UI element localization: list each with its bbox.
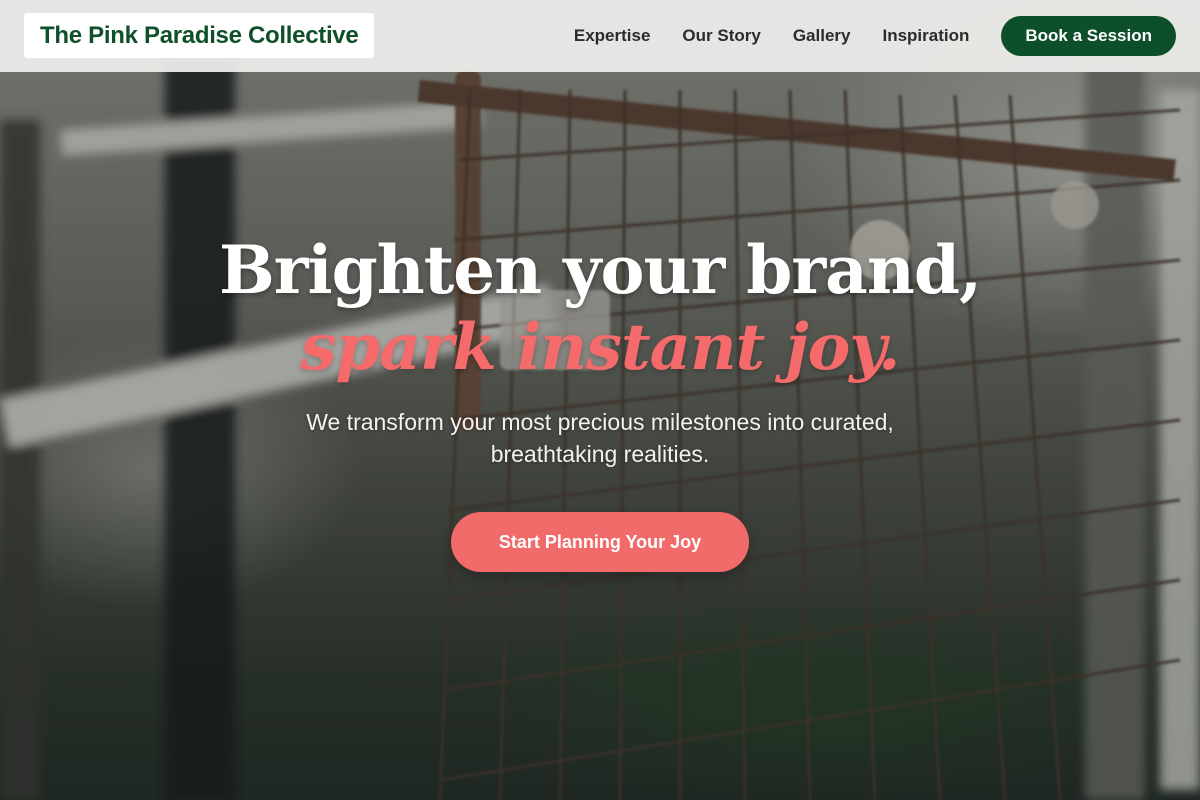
main-navigation: Expertise Our Story Gallery Inspiration … — [574, 16, 1176, 56]
headline-line-2: spark instant joy. — [300, 310, 901, 385]
nav-link-expertise[interactable]: Expertise — [574, 26, 651, 46]
start-planning-button[interactable]: Start Planning Your Joy — [451, 512, 749, 572]
nav-link-our-story[interactable]: Our Story — [682, 26, 760, 46]
hero-section: Brighten your brand, spark instant joy. … — [0, 230, 1200, 572]
hero-subtitle: We transform your most precious mileston… — [306, 409, 894, 467]
book-session-button[interactable]: Book a Session — [1001, 16, 1176, 56]
nav-link-gallery[interactable]: Gallery — [793, 26, 851, 46]
nav-link-inspiration[interactable]: Inspiration — [882, 26, 969, 46]
logo-text: The Pink Paradise Collective — [40, 21, 359, 49]
site-header: The Pink Paradise Collective Expertise O… — [0, 0, 1200, 72]
logo-link[interactable]: The Pink Paradise Collective — [24, 13, 375, 58]
headline-line-1: Brighten your brand, — [218, 231, 982, 309]
hero-headline: Brighten your brand, spark instant joy. — [0, 230, 1200, 386]
